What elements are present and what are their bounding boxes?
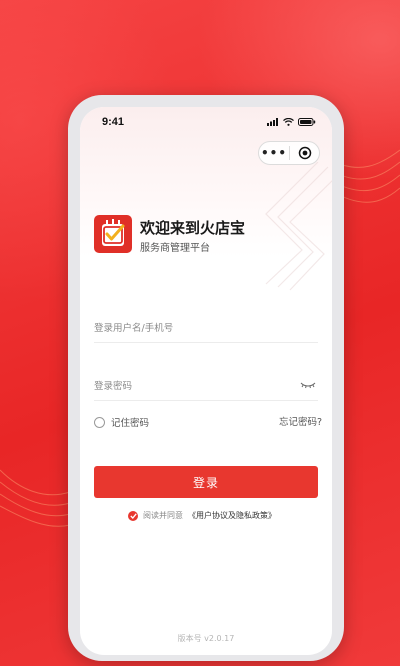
logo-icon [94,215,132,253]
check-icon [129,512,137,519]
login-button[interactable]: 登录 [94,466,318,498]
status-bar: 9:41 [80,115,332,135]
more-icon[interactable]: ••• [259,143,289,163]
status-time: 9:41 [102,116,125,128]
remember-password-checkbox[interactable]: 记住密码 [94,415,149,429]
username-field [94,313,318,343]
brand-subtitle: 服务商管理平台 [140,243,210,254]
version-label: 版本号 v2.0.17 [177,634,235,643]
eye-closed-icon[interactable] [300,381,316,389]
brand-title: 欢迎来到火店宝 [140,219,246,237]
username-input[interactable] [94,319,284,337]
agreement-prefix: 阅读并同意 [143,511,183,520]
phone-screen: 9:41 ••• 欢迎来到火店宝 服务商管理平台 登录用户名/手机号 记住密码 … [80,107,332,655]
remember-password-label: 记住密码 [111,418,150,429]
mini-program-capsule: ••• [258,141,320,165]
battery-icon [298,118,316,126]
agreement-checkbox[interactable] [128,510,138,521]
agreement-row: 阅读并同意 《用户协议及隐私政策》 [128,510,276,521]
target-icon [298,146,311,160]
signal-icon [267,118,278,126]
phone-frame: 9:41 ••• 欢迎来到火店宝 服务商管理平台 登录用户名/手机号 记住密码 … [68,95,344,661]
forgot-password-link[interactable]: 忘记密码? [279,414,322,428]
password-field [94,371,318,401]
agreement-link[interactable]: 《用户协议及隐私政策》 [188,510,276,521]
radio-icon [94,416,105,428]
close-button[interactable] [290,146,319,160]
status-icons [267,118,316,126]
password-input[interactable] [94,377,284,395]
wifi-icon [283,118,294,126]
